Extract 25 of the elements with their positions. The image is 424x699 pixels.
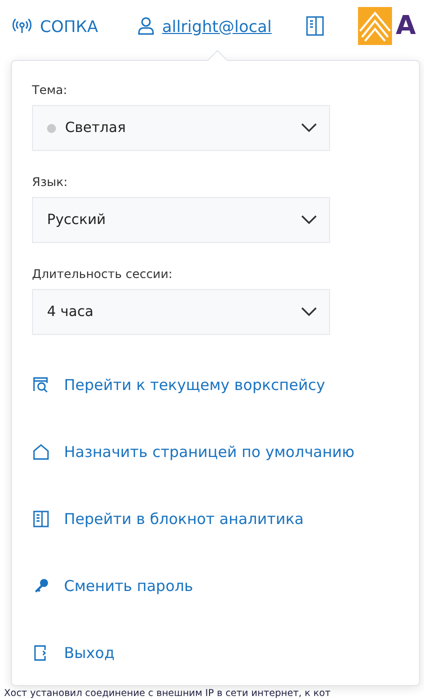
logo-text: A [396, 11, 416, 41]
dropdown-select[interactable]: Светлая [32, 105, 330, 151]
dropdown-select[interactable]: 4 часа [32, 289, 330, 335]
dropdown-select[interactable]: Русский [32, 197, 330, 243]
network-name: СОПКА [40, 16, 98, 36]
menu-item[interactable]: Перейти в блокнот аналитика [32, 485, 399, 552]
search-document-icon [32, 376, 50, 394]
field-label: Тема: [32, 83, 68, 97]
menu-item[interactable]: Выход [32, 619, 399, 686]
background-text: Хост установил соединение с внешним IP в сети интернет, к кот [4, 688, 331, 699]
logo-icon [358, 7, 392, 45]
field-label: Язык: [32, 175, 68, 189]
notebook-icon [32, 510, 50, 528]
home-icon [32, 442, 50, 460]
user-icon [138, 17, 154, 35]
user-link[interactable]: allright@local [162, 16, 272, 36]
signal-icon [12, 18, 32, 34]
chevron-down-icon [301, 307, 317, 317]
menu-item[interactable]: Перейти к текущему воркспейсу [32, 351, 399, 418]
menu-item[interactable]: Сменить пароль [32, 552, 399, 619]
notebook-icon[interactable] [306, 16, 324, 36]
menu-item[interactable]: Назначить страницей по умолчанию [32, 418, 399, 485]
chevron-down-icon [301, 215, 317, 225]
chevron-down-icon [301, 123, 317, 133]
field-label: Длительность сессии: [32, 267, 174, 281]
